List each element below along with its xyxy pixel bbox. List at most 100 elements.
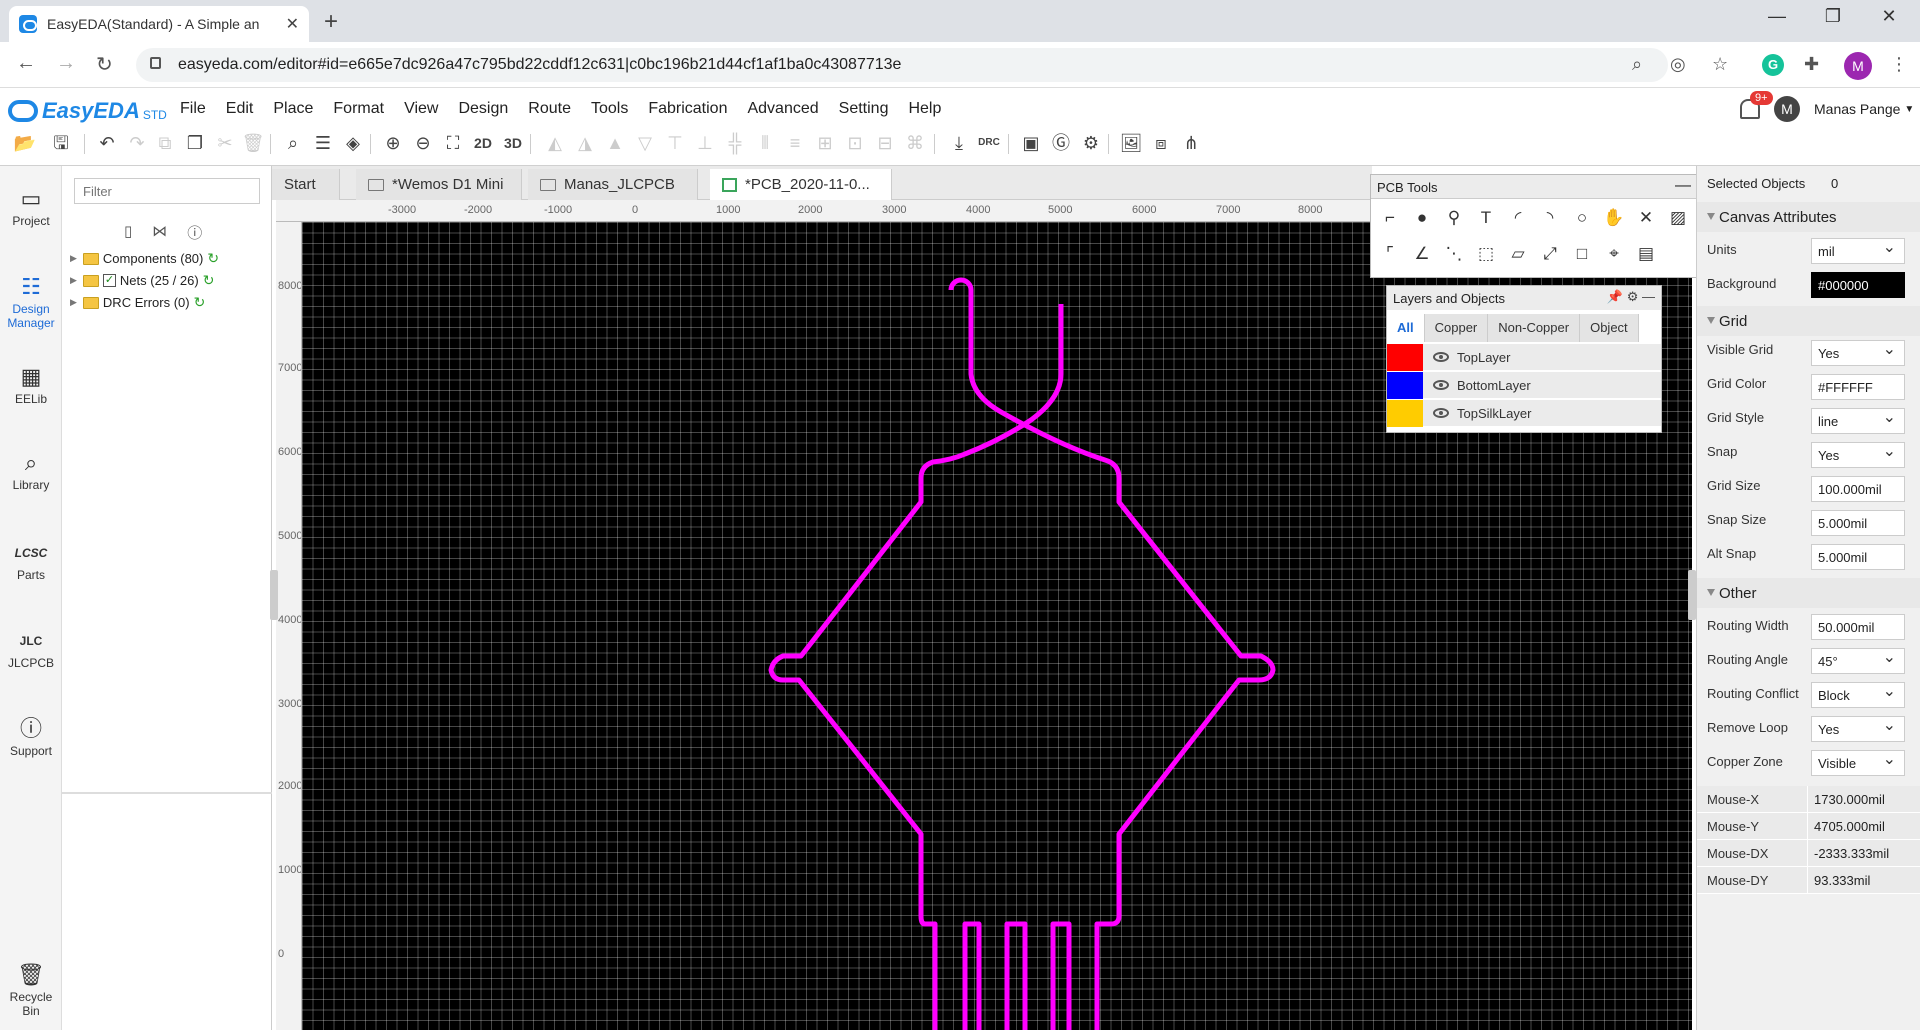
chevron-right-icon[interactable]: ▶ — [70, 275, 77, 286]
align-snap-icon[interactable]: ⊡ — [842, 130, 868, 156]
zoom-out-icon[interactable]: ⊖ — [410, 130, 436, 156]
sidebar-item-recycle-bin[interactable]: 🗑 Recycle Bin — [0, 960, 62, 1018]
tree-drc-errors[interactable]: ▶ DRC Errors (0) ↻ — [70, 294, 205, 311]
menu-format[interactable]: Format — [333, 100, 384, 118]
align-top-icon[interactable]: ▲ — [602, 130, 628, 156]
via-icon[interactable]: ⚲ — [1441, 205, 1467, 231]
refresh-icon[interactable]: ↻ — [194, 294, 206, 311]
background-input[interactable]: #000000 — [1811, 272, 1905, 298]
chevron-down-icon[interactable]: ▼ — [1904, 104, 1914, 115]
eye-off-icon[interactable]: ◎ — [1670, 54, 1686, 75]
grid-header[interactable]: Grid — [1697, 306, 1920, 336]
track-icon[interactable]: ⌐ — [1377, 205, 1403, 231]
user-name[interactable]: Manas Pange — [1814, 101, 1900, 117]
tree-nets[interactable]: ▶ ✓ Nets (25 / 26) ↻ — [70, 272, 214, 289]
align-vcenter-icon[interactable]: ⊥ — [692, 130, 718, 156]
fabrication-icon[interactable]: ⚙ — [1078, 130, 1104, 156]
alt-snap-input[interactable]: 5.000mil — [1811, 544, 1905, 570]
align-hcenter-icon[interactable]: ⊤ — [662, 130, 688, 156]
redo-icon[interactable]: ↷ — [124, 130, 150, 156]
menu-route[interactable]: Route — [528, 100, 571, 118]
tab-start[interactable]: Start — [272, 169, 340, 200]
remove-loop-select[interactable]: Yes — [1811, 715, 1905, 742]
zoom-in-icon[interactable]: ⊕ — [380, 130, 406, 156]
sidebar-item-project[interactable]: ▭ Project — [0, 184, 62, 228]
menu-file[interactable]: File — [180, 100, 206, 118]
layer-row-bottom[interactable]: BottomLayer — [1387, 371, 1661, 399]
units-select[interactable]: mil — [1811, 237, 1905, 264]
connect-pad-icon[interactable]: ⋱ — [1441, 241, 1467, 267]
routing-width-input[interactable]: 50.000mil — [1811, 614, 1905, 640]
refresh-icon[interactable]: ↻ — [207, 250, 219, 267]
grid-style-select[interactable]: line — [1811, 407, 1905, 434]
cut-icon[interactable]: ✂ — [212, 130, 238, 156]
undo-icon[interactable]: ↶ — [94, 130, 120, 156]
profile-avatar[interactable]: M — [1844, 52, 1872, 80]
routing-conflict-select[interactable]: Block — [1811, 681, 1905, 708]
open-icon[interactable]: 📂 — [12, 130, 38, 156]
zoom-icon[interactable]: ⌕ — [1632, 54, 1642, 75]
solid-region-icon[interactable]: ▱ — [1505, 241, 1531, 267]
export-image-icon[interactable]: 🖼 — [1118, 130, 1144, 156]
tab-copper[interactable]: Copper — [1424, 314, 1489, 342]
distribute-h-icon[interactable]: ⫴ — [752, 130, 778, 156]
center-arc-icon[interactable]: ◝ — [1537, 205, 1563, 231]
visible-grid-select[interactable]: Yes — [1811, 339, 1905, 366]
layer-color-swatch[interactable] — [1387, 371, 1423, 399]
align-space-icon[interactable]: ⊟ — [872, 130, 898, 156]
view-3d-button[interactable]: 3D — [500, 130, 526, 156]
delete-icon[interactable]: 🗑 — [240, 130, 266, 156]
menu-place[interactable]: Place — [273, 100, 313, 118]
share-icon[interactable]: ⋔ — [1178, 130, 1204, 156]
sidebar-item-library[interactable]: ⌕ Library — [0, 448, 62, 492]
star-icon[interactable]: ☆ — [1712, 54, 1728, 75]
chevron-right-icon[interactable]: ▶ — [70, 253, 77, 264]
gerber-icon[interactable]: Ⓖ — [1048, 130, 1074, 156]
tab-object[interactable]: Object — [1580, 314, 1639, 342]
more-vert-icon[interactable]: ⋮ — [1890, 54, 1908, 75]
menu-tools[interactable]: Tools — [591, 100, 628, 118]
maximize-icon[interactable]: ❐ — [1810, 6, 1856, 27]
eye-icon[interactable] — [1433, 352, 1449, 362]
sidebar-item-jlcpcb[interactable]: JLC JLCPCB — [0, 626, 62, 670]
eye-icon[interactable] — [1433, 380, 1449, 390]
align-left-icon[interactable]: ◭ — [542, 130, 568, 156]
layer-color-swatch[interactable] — [1387, 399, 1423, 427]
rect-select-icon[interactable]: ⬚ — [1473, 241, 1499, 267]
menu-view[interactable]: View — [404, 100, 438, 118]
rectangle-icon[interactable]: □ — [1569, 241, 1595, 267]
sidebar-item-eelib[interactable]: ▦ EELib — [0, 362, 62, 406]
panel-icon[interactable]: ▤ — [1633, 241, 1659, 267]
url-input[interactable]: easyeda.com/editor#id=e665e7dc926a47c795… — [136, 48, 1668, 82]
layer-row-topsilk[interactable]: TopSilkLayer — [1387, 399, 1661, 427]
browser-tab[interactable]: EasyEDA(Standard) - A Simple an ✕ — [9, 6, 309, 42]
layers-icon[interactable]: ⧈ — [1148, 130, 1174, 156]
duplicate-icon[interactable]: ❐ — [182, 130, 208, 156]
left-panel-collapse[interactable] — [270, 570, 278, 620]
new-tab-button[interactable]: + — [324, 8, 338, 36]
tab-wemos-d1-mini[interactable]: *Wemos D1 Mini — [356, 169, 522, 200]
board-outline-path[interactable] — [768, 277, 1276, 1030]
tab-non-copper[interactable]: Non-Copper — [1488, 314, 1581, 342]
other-header[interactable]: Other — [1697, 578, 1920, 608]
copper-zone-select[interactable]: Visible — [1811, 749, 1905, 776]
minimize-panel-icon[interactable]: — — [1675, 177, 1691, 195]
info-icon[interactable]: ⓘ — [187, 222, 202, 243]
chip-icon[interactable]: ▯ — [124, 222, 132, 243]
minimize-panel-icon[interactable]: — — [1642, 289, 1655, 304]
snap-size-input[interactable]: 5.000mil — [1811, 510, 1905, 536]
tab-pcb[interactable]: *PCB_2020-11-0... — [710, 169, 892, 200]
snap-select[interactable]: Yes — [1811, 441, 1905, 468]
image-icon[interactable]: ▨ — [1665, 205, 1691, 231]
solder-icon[interactable]: ✕ — [1633, 205, 1659, 231]
align-right-icon[interactable]: ◮ — [572, 130, 598, 156]
copy-icon[interactable]: ⧉ — [152, 130, 178, 156]
canvas-attributes-header[interactable]: Canvas Attributes — [1697, 202, 1920, 232]
tree-components[interactable]: ▶ Components (80) ↻ — [70, 250, 219, 267]
group-icon[interactable]: ⌘ — [902, 130, 928, 156]
menu-advanced[interactable]: Advanced — [747, 100, 818, 118]
close-window-icon[interactable]: ✕ — [1866, 6, 1912, 27]
layer-color-swatch[interactable] — [1387, 343, 1423, 371]
copper-area-icon[interactable]: ⌜ — [1377, 241, 1403, 267]
arc-icon[interactable]: ◜ — [1505, 205, 1531, 231]
